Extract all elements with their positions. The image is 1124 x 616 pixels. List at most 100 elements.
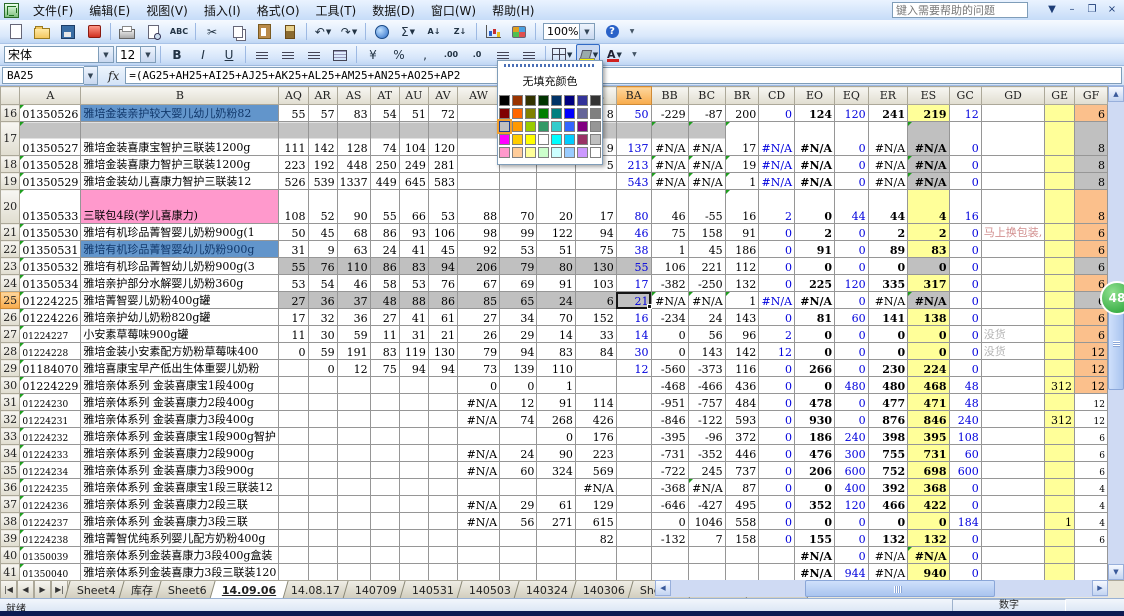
row-header-24[interactable]: 24: [1, 275, 20, 292]
cell-GE28[interactable]: [1045, 343, 1075, 360]
cell-GE33[interactable]: [1045, 428, 1075, 445]
cell-B33[interactable]: 雅培亲体系列 金装喜康宝1段900g智护: [81, 428, 279, 445]
cell-ES30[interactable]: 468: [908, 377, 949, 394]
cell-AT23[interactable]: 86: [370, 258, 399, 275]
cell-GE37[interactable]: [1045, 496, 1075, 513]
cell-AW28[interactable]: 79: [458, 343, 500, 360]
cell-EQ32[interactable]: 0: [835, 411, 869, 428]
col-header-B[interactable]: B: [81, 87, 279, 105]
cell-A28[interactable]: 01224228: [20, 343, 81, 360]
cell-AR38[interactable]: [308, 513, 337, 530]
color-swatch[interactable]: [499, 134, 510, 145]
font-name-select[interactable]: 宋体 ▼: [4, 46, 114, 63]
cell-CD35[interactable]: 0: [759, 462, 795, 479]
chart-wizard-icon[interactable]: [481, 21, 505, 43]
cell-GE27[interactable]: [1045, 326, 1075, 343]
help-dropdown-button[interactable]: ▼: [1042, 1, 1062, 17]
cell-BC28[interactable]: 143: [688, 343, 725, 360]
cell-GF30[interactable]: 12: [1075, 377, 1108, 394]
cell-BC37[interactable]: -427: [688, 496, 725, 513]
cell-AR34[interactable]: [308, 445, 337, 462]
cell-AY33[interactable]: 0: [537, 428, 576, 445]
cell-A34[interactable]: 01224233: [20, 445, 81, 462]
redo-icon[interactable]: ↷▼: [337, 21, 361, 43]
cell-BR26[interactable]: 143: [725, 309, 759, 326]
cell-EO21[interactable]: 2: [795, 224, 835, 241]
cell-AQ28[interactable]: 0: [279, 343, 308, 360]
color-swatch[interactable]: [564, 147, 575, 158]
col-header-AR[interactable]: AR: [308, 87, 337, 105]
cell-ER31[interactable]: 477: [868, 394, 908, 411]
cell-BC17[interactable]: #N/A: [688, 122, 725, 156]
cell-AU21[interactable]: 93: [399, 224, 428, 241]
cell-AX19[interactable]: [500, 173, 537, 190]
col-header-BA[interactable]: BA: [616, 87, 651, 105]
name-box[interactable]: BA25: [2, 67, 84, 84]
chevron-down-icon[interactable]: ▼: [616, 51, 621, 59]
cell-BA23[interactable]: 55: [616, 258, 651, 275]
cell-B16[interactable]: 雅培金装亲护较大婴儿幼儿奶粉82: [81, 105, 279, 122]
cell-B27[interactable]: 小安素草莓味900g罐: [81, 326, 279, 343]
cell-ES34[interactable]: 731: [908, 445, 949, 462]
cell-AV28[interactable]: 130: [428, 343, 457, 360]
color-swatch[interactable]: [564, 108, 575, 119]
cell-A32[interactable]: 01224231: [20, 411, 81, 428]
cell-GC22[interactable]: 0: [949, 241, 981, 258]
cell-GE35[interactable]: [1045, 462, 1075, 479]
cell-AZ31[interactable]: 114: [575, 394, 616, 411]
cell-EQ17[interactable]: 0: [835, 122, 869, 156]
cell-CD23[interactable]: 0: [759, 258, 795, 275]
cell-A33[interactable]: 01224232: [20, 428, 81, 445]
cell-AX28[interactable]: 94: [500, 343, 537, 360]
row-header-25[interactable]: 25: [1, 292, 20, 309]
cell-BB40[interactable]: [651, 547, 688, 564]
cell-AS28[interactable]: 191: [337, 343, 370, 360]
cell-ER36[interactable]: 392: [868, 479, 908, 496]
cell-GF38[interactable]: 4: [1075, 513, 1108, 530]
cell-AR22[interactable]: 9: [308, 241, 337, 258]
cell-AT22[interactable]: 24: [370, 241, 399, 258]
cell-BR39[interactable]: 158: [725, 530, 759, 547]
horizontal-scrollbar[interactable]: ◀ ▶: [655, 580, 1108, 597]
menu-item[interactable]: 数据(D): [364, 0, 423, 21]
cell-GD41[interactable]: [981, 564, 1045, 581]
cell-GE19[interactable]: [1045, 173, 1075, 190]
row-header-28[interactable]: 28: [1, 343, 20, 360]
cell-AZ25[interactable]: 6: [575, 292, 616, 309]
cell-BR40[interactable]: [725, 547, 759, 564]
row-header-32[interactable]: 32: [1, 411, 20, 428]
cell-AS19[interactable]: 1337: [337, 173, 370, 190]
cell-ES21[interactable]: 2: [908, 224, 949, 241]
cell-EO32[interactable]: 930: [795, 411, 835, 428]
cell-GC36[interactable]: 0: [949, 479, 981, 496]
cell-AW32[interactable]: #N/A: [458, 411, 500, 428]
cell-EO19[interactable]: #N/A: [795, 173, 835, 190]
cell-AU34[interactable]: [399, 445, 428, 462]
cell-AW30[interactable]: 0: [458, 377, 500, 394]
cell-AS23[interactable]: 110: [337, 258, 370, 275]
color-swatch[interactable]: [512, 108, 523, 119]
cell-EO17[interactable]: #N/A: [795, 122, 835, 156]
cell-BB32[interactable]: -846: [651, 411, 688, 428]
cell-BA33[interactable]: [616, 428, 651, 445]
cell-BC33[interactable]: -96: [688, 428, 725, 445]
cell-AR23[interactable]: 76: [308, 258, 337, 275]
cell-GF32[interactable]: 12: [1075, 411, 1108, 428]
cell-ES29[interactable]: 224: [908, 360, 949, 377]
cell-CD38[interactable]: 0: [759, 513, 795, 530]
cell-AY30[interactable]: 1: [537, 377, 576, 394]
cell-EO33[interactable]: 186: [795, 428, 835, 445]
color-swatch[interactable]: [551, 121, 562, 132]
row-header-16[interactable]: 16: [1, 105, 20, 122]
cell-AQ29[interactable]: [279, 360, 308, 377]
cell-B24[interactable]: 雅培亲护部分水解婴儿奶粉360g: [81, 275, 279, 292]
copy-icon[interactable]: [226, 21, 250, 43]
cell-AU28[interactable]: 119: [399, 343, 428, 360]
cell-GD37[interactable]: [981, 496, 1045, 513]
menu-item[interactable]: 插入(I): [196, 0, 249, 21]
cell-AS26[interactable]: 36: [337, 309, 370, 326]
cell-ER35[interactable]: 752: [868, 462, 908, 479]
cell-GF22[interactable]: 6: [1075, 241, 1108, 258]
cell-A31[interactable]: 01224230: [20, 394, 81, 411]
cell-CD28[interactable]: 12: [759, 343, 795, 360]
